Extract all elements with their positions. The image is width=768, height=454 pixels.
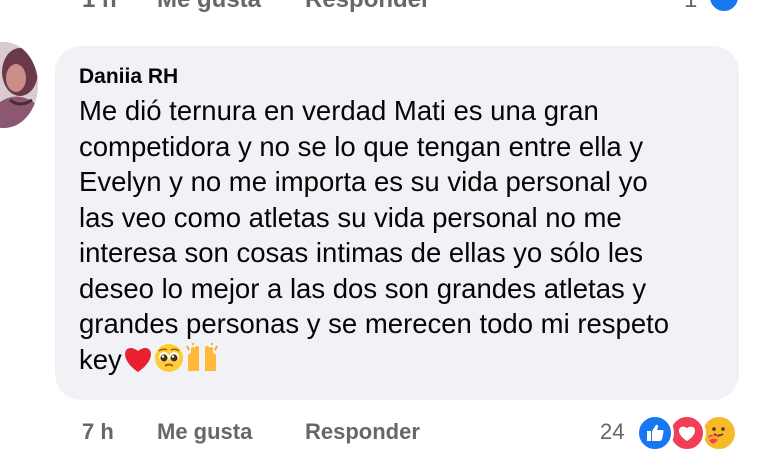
- author-avatar[interactable]: [0, 42, 38, 128]
- previous-comment-reply-button[interactable]: Responder: [305, 0, 430, 14]
- red-heart-emoji: [123, 345, 153, 382]
- comment-text-line: interesa son cosas intimas de ellas yo s…: [79, 237, 644, 268]
- like-reaction-icon[interactable]: [707, 0, 741, 14]
- comment-text-line: competidora y no se lo que tengan entre …: [79, 130, 644, 162]
- raising-hands-emoji: [185, 342, 219, 382]
- comment-bubble: Daniia RH Me dió ternura en verdad Mati …: [55, 46, 739, 400]
- reaction-icons[interactable]: [636, 414, 748, 454]
- comment-text-line: grandes personas y se merecen todo mi re…: [79, 308, 670, 339]
- comment-body: Me dió ternura en verdad Mati es una gra…: [79, 93, 729, 381]
- comment-timestamp[interactable]: 7 h: [82, 419, 114, 445]
- like-reaction-icon[interactable]: [636, 414, 674, 452]
- comment-text-line: deseo lo mejor a las dos son grandes atl…: [79, 272, 647, 304]
- comment-text-line: Me dió ternura en verdad Mati es una gra…: [79, 95, 599, 126]
- like-button[interactable]: Me gusta: [157, 419, 252, 445]
- comment-text-line: las veo como atletas su vida personal no…: [79, 201, 622, 233]
- previous-comment-reaction-count[interactable]: 1: [684, 0, 697, 14]
- pleading-face-emoji: [154, 343, 184, 382]
- previous-comment-actions: 1 h Me gusta Responder 1: [0, 0, 768, 14]
- comment-text-line: key: [79, 343, 122, 375]
- comment-actions: 7 h Me gusta Responder 24: [0, 414, 768, 452]
- comment-last-line: key: [79, 342, 729, 382]
- comment-text-line: Evelyn y no me importa es su vida person…: [79, 166, 648, 197]
- reply-button[interactable]: Responder: [305, 419, 420, 445]
- previous-comment-timestamp: 1 h: [82, 0, 117, 14]
- reaction-count[interactable]: 24: [600, 419, 624, 445]
- previous-comment-like-button[interactable]: Me gusta: [157, 0, 261, 14]
- comment-author-name[interactable]: Daniia RH: [79, 65, 178, 89]
